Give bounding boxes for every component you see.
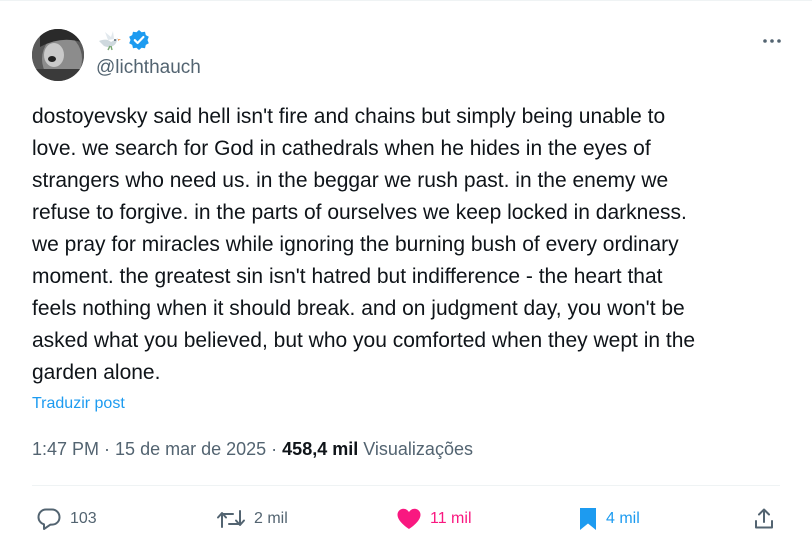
more-options-button[interactable] [760, 29, 784, 53]
author-name-row [96, 29, 150, 55]
post-date[interactable]: 15 de mar de 2025 [115, 439, 266, 460]
avatar-image [32, 29, 84, 81]
bookmark-count: 4 mil [606, 510, 640, 527]
translate-post-link[interactable]: Traduzir post [32, 395, 125, 413]
heart-icon [396, 507, 422, 531]
share-button[interactable] [752, 497, 776, 541]
repost-icon [216, 507, 246, 531]
meta-separator: · [271, 439, 278, 459]
more-icon [763, 39, 781, 43]
meta-separator: · [104, 439, 111, 459]
post-time[interactable]: 1:47 PM [32, 439, 99, 460]
reply-button[interactable]: 103 [36, 497, 97, 541]
divider [32, 485, 780, 486]
repost-count: 2 mil [254, 510, 288, 527]
views-count: 458,4 mil [282, 439, 359, 459]
bookmark-button[interactable]: 4 mil [578, 497, 640, 541]
action-bar: 103 2 mil 11 mil 4 mil [0, 497, 812, 541]
dove-icon [96, 29, 122, 56]
views-label: Visualizações [363, 439, 473, 459]
share-icon [752, 507, 776, 531]
verified-badge-icon [128, 29, 150, 56]
like-count: 11 mil [430, 510, 472, 527]
reply-icon [36, 507, 62, 531]
author-handle[interactable]: @lichthauch [96, 57, 201, 79]
repost-button[interactable]: 2 mil [216, 497, 288, 541]
avatar[interactable] [32, 29, 84, 81]
reply-count: 103 [70, 510, 97, 527]
bookmark-icon [578, 506, 598, 532]
post-meta: 1:47 PM · 15 de mar de 2025 · 458,4 mil … [32, 439, 473, 460]
post-card: @lichthauch dostoyevsky said hell isn't … [0, 0, 812, 545]
post-text: dostoyevsky said hell isn't fire and cha… [32, 105, 696, 384]
like-button[interactable]: 11 mil [396, 497, 472, 541]
